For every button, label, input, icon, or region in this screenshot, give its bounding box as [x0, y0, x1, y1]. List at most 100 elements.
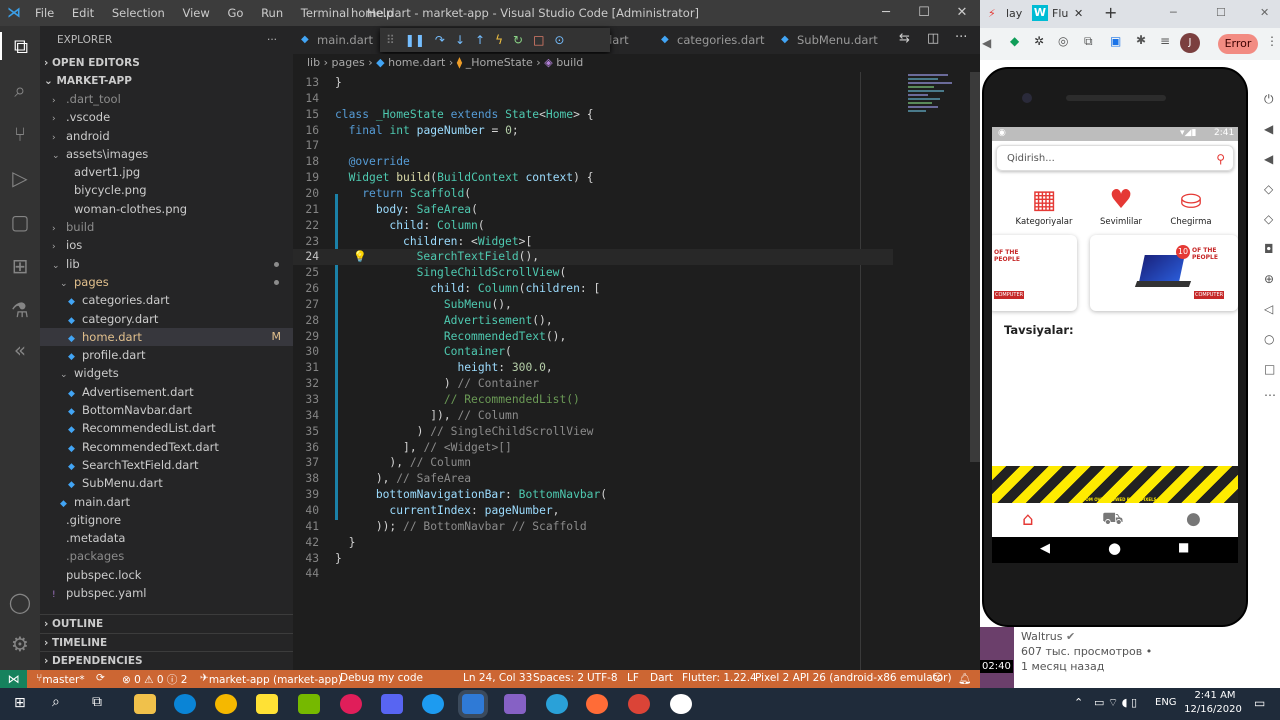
split-editor-icon[interactable]: ◫ — [927, 31, 939, 46]
tab-close-icon[interactable]: ✕ — [1074, 7, 1083, 20]
advert-card-2[interactable]: 10 OF THE PEOPLE COMPUTER — [1090, 235, 1238, 311]
tree-item[interactable]: .packages — [40, 547, 293, 565]
rotate-left-icon[interactable]: ◇ — [1264, 182, 1273, 196]
code-line[interactable]: 13} — [293, 75, 893, 91]
inspect-widget-icon[interactable]: ⊙ — [554, 33, 564, 47]
project-section[interactable]: ⌄ MARKET-APP — [40, 72, 293, 90]
explorer-icon[interactable]: ⧉ — [0, 32, 40, 60]
indentation[interactable]: Spaces: 2 — [533, 672, 584, 684]
tab-main-dart[interactable]: ◆ main.dart — [293, 26, 373, 54]
category-sevimlilar[interactable]: ♥ Sevimlilar — [1086, 185, 1156, 227]
extension-3-icon[interactable]: ◎ — [1058, 34, 1068, 48]
error-button[interactable]: Error — [1218, 34, 1258, 54]
tree-item[interactable]: ! pubspec.yaml — [40, 584, 293, 602]
zoom-icon[interactable]: ⊕ — [1264, 272, 1274, 286]
code-line[interactable]: 41 )); // BottomNavbar // Scaffold — [293, 519, 893, 535]
language-mode[interactable]: Dart — [650, 672, 673, 684]
tray-chevron-icon[interactable]: ⌃ — [1074, 696, 1083, 709]
code-line[interactable]: 24 SearchTextField(), — [293, 249, 893, 266]
nvidia-icon[interactable] — [298, 694, 320, 714]
code-line[interactable]: 42 } — [293, 535, 893, 551]
sticky-notes-icon[interactable] — [256, 694, 278, 714]
browser-menu-icon[interactable]: ⋮ — [1266, 34, 1278, 48]
code-line[interactable]: 14 — [293, 91, 893, 107]
more-actions-icon[interactable]: ··· — [955, 30, 967, 45]
tree-item[interactable]: › android — [40, 127, 293, 145]
device-selector[interactable]: Pixel 2 API 26 (android-x86 emulator) — [755, 672, 952, 684]
new-tab-icon[interactable]: + — [1104, 3, 1117, 22]
tree-item[interactable]: ◆ SubMenu.dart — [40, 474, 293, 492]
code-line[interactable]: 26 child: Column(children: [ — [293, 281, 893, 297]
media-icon[interactable]: ≡ — [1160, 34, 1170, 48]
editor-scrollbar[interactable] — [970, 72, 980, 462]
windows-start-icon[interactable]: ⊞ — [14, 695, 26, 711]
menu-run[interactable]: Run — [261, 6, 283, 20]
task-view-icon[interactable]: ⧉ — [92, 694, 102, 710]
timeline-section[interactable]: › TIMELINE — [40, 633, 293, 651]
settings-gear-icon[interactable]: ⚙ — [6, 630, 34, 658]
rotate-right-icon[interactable]: ◇ — [1264, 212, 1273, 226]
tree-item[interactable]: ⌄ assets\images — [40, 145, 293, 163]
tree-item[interactable]: ◆ RecommendedText.dart — [40, 438, 293, 456]
tree-item[interactable]: ◆ categories.dart — [40, 291, 293, 309]
tree-item[interactable]: › ios — [40, 236, 293, 254]
code-line[interactable]: 17 — [293, 138, 893, 154]
tab-categories-dart[interactable]: ◆ categories.dart — [653, 26, 773, 54]
tree-item[interactable]: .metadata — [40, 529, 293, 547]
cart-tab-icon[interactable]: ⛟ — [1102, 509, 1123, 531]
menu-help[interactable]: Help — [367, 6, 393, 20]
menu-terminal[interactable]: Terminal — [301, 6, 350, 20]
git-branch[interactable]: ⑂ master* — [36, 672, 85, 686]
sync-icon[interactable]: ⟳ — [96, 672, 105, 684]
tree-item[interactable]: ◆ home.dart M — [40, 327, 293, 347]
project-indicator[interactable]: ✈ market-app (market-app) — [200, 672, 342, 686]
code-line[interactable]: 19 Widget build(BuildContext context) { — [293, 170, 893, 186]
breadcrumb-method[interactable]: build — [556, 56, 583, 69]
code-line[interactable]: 16 final int pageNumber = 0; — [293, 123, 893, 139]
testing-icon[interactable]: ⚗ — [6, 296, 34, 324]
maximize-button[interactable]: ☐ — [904, 0, 944, 26]
taskbar-date[interactable]: 12/16/2020 — [1182, 704, 1244, 715]
extension-2-icon[interactable]: ✲ — [1034, 34, 1044, 48]
android-recents-icon[interactable]: ■ — [1178, 540, 1189, 554]
tree-item[interactable]: › .vscode — [40, 108, 293, 126]
edge-icon[interactable] — [174, 694, 196, 714]
code-line[interactable]: 31 height: 300.0, — [293, 360, 893, 376]
code-line[interactable]: 33 // RecommendedList() — [293, 392, 893, 408]
browser-maximize[interactable]: ☐ — [1216, 6, 1226, 19]
source-control-icon[interactable]: ⑂ — [6, 120, 34, 148]
notification-center-icon[interactable]: ▭ — [1254, 696, 1265, 710]
lightbulb-icon[interactable]: 💡 — [353, 250, 367, 263]
channel-name[interactable]: Waltrus ✔ — [1021, 630, 1075, 643]
tree-item[interactable]: biycycle.png — [40, 181, 293, 199]
volume-down-icon[interactable]: ◀ — [1264, 152, 1273, 166]
tree-item[interactable]: woman-clothes.png — [40, 200, 293, 218]
slack-icon[interactable] — [340, 694, 362, 714]
search-icon[interactable]: ⌕ — [6, 76, 34, 104]
tree-item[interactable]: ⌄ lib — [40, 255, 293, 273]
drag-handle-icon[interactable]: ⠿ — [386, 33, 395, 47]
code-line[interactable]: 20 return Scaffold( — [293, 186, 893, 202]
overview-icon[interactable]: □ — [1264, 362, 1275, 376]
code-line[interactable]: 40 currentIndex: pageNumber, — [293, 503, 893, 519]
minimize-button[interactable]: ─ — [866, 0, 906, 26]
step-into-icon[interactable]: ↓ — [455, 33, 465, 47]
code-line[interactable]: 18 @override — [293, 154, 893, 170]
restart-icon[interactable]: ↻ — [513, 33, 523, 47]
code-line[interactable]: 23 children: <Widget>[ — [293, 234, 893, 250]
encoding[interactable]: UTF-8 — [587, 672, 618, 684]
back-nav-icon[interactable]: ◁ — [1264, 302, 1273, 316]
code-line[interactable]: 15 class _HomeState extends State<Home> { — [293, 107, 893, 123]
code-line[interactable]: 38 ), // SafeArea — [293, 471, 893, 487]
postman-icon[interactable] — [586, 694, 608, 714]
vscode-taskbar-icon[interactable] — [462, 694, 484, 714]
code-line[interactable]: 35 ) // SingleChildScrollView — [293, 424, 893, 440]
account-icon[interactable]: ◯ — [6, 588, 34, 616]
telegram-icon[interactable] — [546, 694, 568, 714]
remote-explorer-icon[interactable]: ▢ — [6, 208, 34, 236]
feedback-icon[interactable]: ☺ — [932, 672, 943, 684]
step-out-icon[interactable]: ↑ — [475, 33, 485, 47]
code-line[interactable]: 30 Container( — [293, 344, 893, 360]
tree-item[interactable]: ◆ profile.dart — [40, 346, 293, 364]
extension-1-icon[interactable]: ◆ — [1010, 34, 1019, 48]
